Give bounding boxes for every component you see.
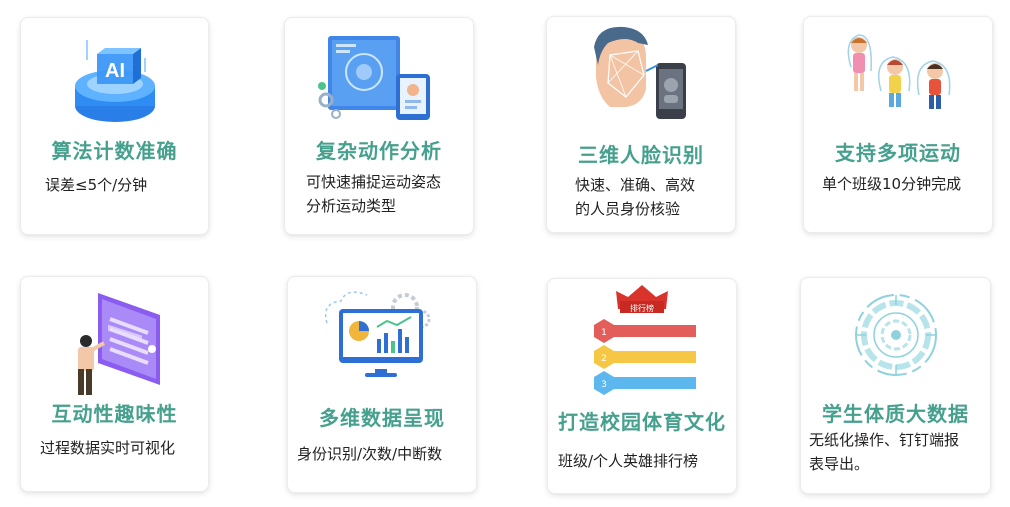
motion-analysis-icon xyxy=(318,36,430,120)
rank-number: 1 xyxy=(601,328,607,338)
feature-desc-line: 的人员身份核验 xyxy=(575,200,681,218)
feature-title: 三维人脸识别 xyxy=(578,143,704,167)
jump-rope-kids-icon xyxy=(847,34,951,109)
feature-desc-line: 无纸化操作、钉钉端报 xyxy=(809,431,960,449)
feature-desc-line: 误差≤5个/分钟 xyxy=(45,176,148,194)
feature-desc-line: 快速、准确、高效 xyxy=(575,176,696,194)
rank-number: 3 xyxy=(601,380,607,390)
feature-card-multi-sport: 支持多项运动 单个班级10分钟完成 xyxy=(803,16,993,233)
feature-desc-line: 单个班级10分钟完成 xyxy=(822,175,962,193)
feature-card-face-recognition: 三维人脸识别 快速、准确、高效 的人员身份核验 xyxy=(546,16,736,233)
rank-number: 2 xyxy=(601,354,607,364)
feature-card-sports-culture: 排行榜 1 2 3 打造校园体育文化 班级/个人英雄排行榜 xyxy=(547,278,737,494)
feature-desc-line: 班级/个人英雄排行榜 xyxy=(558,452,699,470)
feature-title: 学生体质大数据 xyxy=(822,402,969,426)
feature-desc-line: 过程数据实时可视化 xyxy=(40,439,176,457)
feature-card-motion-analysis: 复杂动作分析 可快速捕捉运动姿态 分析运动类型 xyxy=(284,17,474,235)
ranking-badge-label: 排行榜 xyxy=(630,303,654,313)
feature-card-accurate-counting: AI 算法计数准确 误差≤5个/分钟 xyxy=(20,17,209,235)
interactive-screen-icon xyxy=(77,293,160,395)
ai-chip-icon: AI xyxy=(74,40,155,122)
data-dashboard-icon xyxy=(324,291,431,377)
feature-desc-line: 身份识别/次数/中断数 xyxy=(297,445,443,463)
feature-card-multidim-data: 多维数据呈现 身份识别/次数/中断数 xyxy=(287,276,477,493)
feature-title: 算法计数准确 xyxy=(51,139,178,163)
feature-title: 多维数据呈现 xyxy=(319,406,445,430)
feature-desc-line: 表导出。 xyxy=(809,455,870,473)
ranking-board-icon: 排行榜 1 2 3 xyxy=(594,285,696,395)
feature-card-fitness-bigdata: 学生体质大数据 无纸化操作、钉钉端报 表导出。 xyxy=(800,277,991,494)
big-data-circle-icon xyxy=(854,294,937,376)
feature-desc-line: 可快速捕捉运动姿态 xyxy=(306,173,442,191)
feature-title: 互动性趣味性 xyxy=(51,402,178,426)
feature-title: 支持多项运动 xyxy=(835,141,961,165)
feature-card-interactive-fun: 互动性趣味性 过程数据实时可视化 xyxy=(20,276,209,492)
face-recognition-icon xyxy=(594,26,686,119)
feature-title: 复杂动作分析 xyxy=(316,139,442,163)
feature-desc-line: 分析运动类型 xyxy=(306,197,397,215)
feature-title: 打造校园体育文化 xyxy=(558,410,726,434)
ai-label: AI xyxy=(105,60,125,82)
